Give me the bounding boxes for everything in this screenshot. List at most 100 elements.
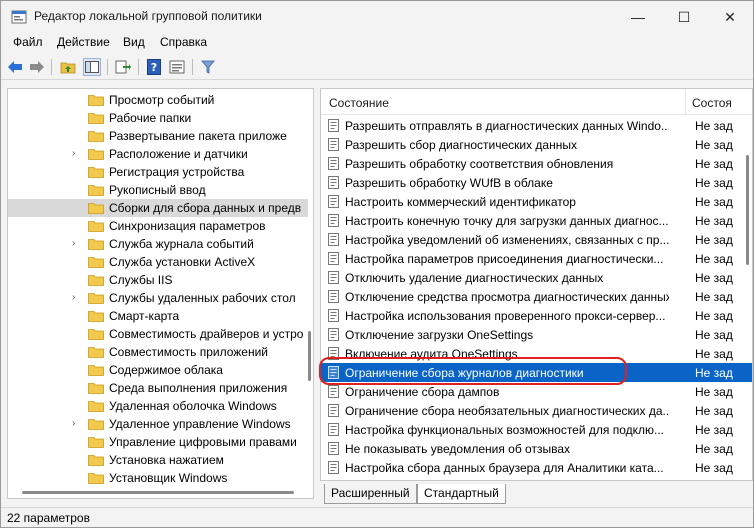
tree-horizontal-scrollbar[interactable] bbox=[22, 491, 294, 494]
policy-row[interactable]: Настройка параметров присоединения диагн… bbox=[321, 249, 752, 268]
chevron-right-icon[interactable]: › bbox=[72, 148, 82, 160]
policy-row[interactable]: Разрешить отправлять в диагностических д… bbox=[321, 116, 752, 135]
folder-icon bbox=[88, 311, 104, 322]
toolbar-separator bbox=[138, 59, 139, 75]
tree-item[interactable]: Установщик Windows bbox=[8, 469, 308, 487]
highlight-ring bbox=[319, 357, 627, 385]
menu-file[interactable]: Файл bbox=[13, 35, 43, 49]
policy-row[interactable]: Настройка уведомлений об изменениях, свя… bbox=[321, 230, 752, 249]
policy-setting-icon bbox=[328, 271, 339, 284]
policy-setting-icon bbox=[328, 385, 339, 398]
policy-row[interactable]: Отключение загрузки OneSettings Не зад bbox=[321, 325, 752, 344]
tree-item[interactable]: Содержимое облака bbox=[8, 361, 308, 379]
tree-item[interactable]: Развертывание пакета приложе bbox=[8, 127, 308, 145]
policy-row[interactable]: Разрешить обработку соответствия обновле… bbox=[321, 154, 752, 173]
tree-item[interactable]: › Расположение и датчики bbox=[8, 145, 308, 163]
policy-state: Не зад bbox=[695, 195, 733, 209]
tree-item[interactable]: › Служба журнала событий bbox=[8, 235, 308, 253]
folder-icon bbox=[88, 437, 104, 448]
menu-action[interactable]: Действие bbox=[57, 35, 110, 49]
policy-name: Ограничение сбора дампов bbox=[345, 385, 500, 399]
folder-icon bbox=[88, 347, 104, 358]
policy-row[interactable]: Настройка использования проверенного про… bbox=[321, 306, 752, 325]
tree-item[interactable]: Рабочие папки bbox=[8, 109, 308, 127]
policy-row[interactable]: Настройка функциональных возможностей дл… bbox=[321, 420, 752, 439]
forward-arrow-icon[interactable] bbox=[28, 58, 46, 76]
up-folder-icon[interactable] bbox=[59, 58, 77, 76]
chevron-right-icon[interactable]: › bbox=[72, 238, 82, 250]
tree-item[interactable]: › Службы удаленных рабочих стол bbox=[8, 289, 308, 307]
title-bar: Редактор локальной групповой политики — … bbox=[1, 1, 753, 33]
svg-text:?: ? bbox=[151, 61, 157, 74]
policy-row[interactable]: Не показывать уведомления об отзывах Не з… bbox=[321, 439, 752, 458]
tree-item[interactable]: Управление цифровыми правами bbox=[8, 433, 308, 451]
help-icon[interactable]: ? bbox=[145, 58, 163, 76]
policy-setting-icon bbox=[328, 176, 339, 189]
policy-name: Настройка использования проверенного про… bbox=[345, 309, 666, 323]
tree-item[interactable]: Среда выполнения приложения bbox=[8, 379, 308, 397]
tree-item-label: Служба установки ActiveX bbox=[109, 255, 256, 269]
tab-standard[interactable]: Стандартный bbox=[417, 484, 506, 504]
minimize-button[interactable]: — bbox=[615, 1, 661, 33]
chevron-right-icon[interactable]: › bbox=[72, 292, 82, 304]
policy-row[interactable]: Ограничение сбора необязательных диагнос… bbox=[321, 401, 752, 420]
policy-name: Настройка функциональных возможностей дл… bbox=[345, 423, 665, 437]
tree-item[interactable]: Установка нажатием bbox=[8, 451, 308, 469]
policy-name: Отключить удаление диагностических данны… bbox=[345, 271, 604, 285]
tree-item[interactable]: Совместимость драйверов и устро bbox=[8, 325, 308, 343]
tree-item[interactable]: Просмотр событий bbox=[8, 91, 308, 109]
settings-list-pane[interactable]: Состояние Состоя Разрешить отправлять в … bbox=[320, 88, 753, 481]
policy-row[interactable]: Отключение средства просмотра диагностич… bbox=[321, 287, 752, 306]
tab-extended[interactable]: Расширенный bbox=[324, 484, 417, 504]
tree-item-label: Управление цифровыми правами bbox=[109, 435, 297, 449]
folder-icon bbox=[88, 275, 104, 286]
tree-item-label: Развертывание пакета приложе bbox=[109, 129, 287, 143]
policy-row[interactable]: Разрешить сбор диагностических данных Не … bbox=[321, 135, 752, 154]
close-button[interactable]: ✕ bbox=[707, 1, 753, 33]
tree-item[interactable]: Удаленная оболочка Windows bbox=[8, 397, 308, 415]
policy-state: Не зад bbox=[695, 328, 733, 342]
policy-state: Не зад bbox=[695, 233, 733, 247]
policy-state: Не зад bbox=[695, 271, 733, 285]
tree-item[interactable]: Регистрация устройства bbox=[8, 163, 308, 181]
policy-tree-pane[interactable]: Просмотр событий Рабочие папки Развертыван… bbox=[7, 88, 314, 499]
column-divider[interactable] bbox=[685, 89, 686, 115]
tree-item[interactable]: Совместимость приложений bbox=[8, 343, 308, 361]
policy-name: Настройка уведомлений об изменениях, свя… bbox=[345, 233, 669, 247]
policy-state: Не зад bbox=[695, 157, 733, 171]
maximize-button[interactable]: ☐ bbox=[661, 1, 707, 33]
tree-item[interactable]: Рукописный ввод bbox=[8, 181, 308, 199]
tree-item[interactable]: Смарт-карта bbox=[8, 307, 308, 325]
column-header-state[interactable]: Состоя bbox=[692, 96, 732, 110]
policy-state: Не зад bbox=[695, 442, 733, 456]
tree-item-label: Служба журнала событий bbox=[109, 237, 254, 251]
policy-setting-icon bbox=[328, 233, 339, 246]
folder-icon bbox=[88, 473, 104, 484]
menu-view[interactable]: Вид bbox=[123, 35, 145, 49]
back-arrow-icon[interactable] bbox=[6, 58, 24, 76]
chevron-right-icon[interactable]: › bbox=[72, 418, 82, 430]
policy-row[interactable]: Настройка сбора данных браузера для Анал… bbox=[321, 458, 752, 477]
tree-item[interactable]: Синхронизация параметров bbox=[8, 217, 308, 235]
tree-item[interactable]: › Удаленное управление Windows bbox=[8, 415, 308, 433]
list-vertical-scrollbar[interactable] bbox=[746, 155, 749, 265]
folder-icon bbox=[88, 203, 104, 214]
tree-item-label: Удаленное управление Windows bbox=[109, 417, 291, 431]
show-tree-icon[interactable] bbox=[83, 58, 101, 76]
properties-icon[interactable] bbox=[168, 58, 186, 76]
tree-item[interactable]: Сборки для сбора данных и предв bbox=[8, 199, 308, 217]
policy-row[interactable]: Настроить коммерческий идентификатор Не з… bbox=[321, 192, 752, 211]
policy-row[interactable]: Настроить конечную точку для загрузки да… bbox=[321, 211, 752, 230]
filter-icon[interactable] bbox=[199, 58, 217, 76]
tree-item-label: Рабочие папки bbox=[109, 111, 192, 125]
folder-icon bbox=[88, 419, 104, 430]
export-list-icon[interactable] bbox=[114, 58, 132, 76]
column-header-name[interactable]: Состояние bbox=[329, 96, 389, 110]
tree-item[interactable]: Службы IIS bbox=[8, 271, 308, 289]
policy-setting-icon bbox=[328, 290, 339, 303]
policy-row[interactable]: Отключить удаление диагностических данны… bbox=[321, 268, 752, 287]
tree-item[interactable]: Служба установки ActiveX bbox=[8, 253, 308, 271]
policy-row[interactable]: Разрешить обработку WUfB в облаке Не зад bbox=[321, 173, 752, 192]
menu-help[interactable]: Справка bbox=[160, 35, 207, 49]
tree-vertical-scrollbar[interactable] bbox=[308, 331, 311, 381]
